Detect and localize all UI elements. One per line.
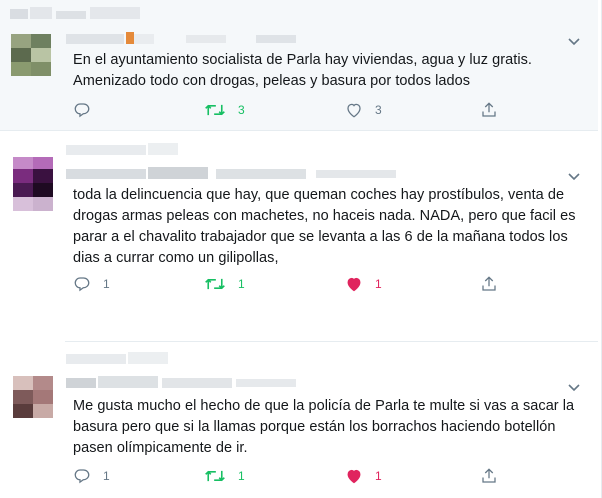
blurred-user-name bbox=[66, 352, 196, 366]
blurred-username bbox=[66, 376, 306, 390]
share-button[interactable] bbox=[480, 100, 498, 120]
like-icon bbox=[345, 467, 363, 485]
reply-count: 1 bbox=[103, 277, 110, 291]
retweet-icon bbox=[204, 101, 226, 119]
like-button[interactable]: 1 bbox=[345, 274, 382, 294]
share-button[interactable] bbox=[480, 466, 498, 486]
like-icon bbox=[345, 101, 363, 119]
reply-icon bbox=[73, 101, 91, 119]
retweet-icon bbox=[204, 275, 226, 293]
retweet-button[interactable]: 3 bbox=[204, 100, 245, 120]
retweet-icon bbox=[204, 467, 226, 485]
like-count: 1 bbox=[375, 277, 382, 291]
tweet-1[interactable]: En el ayuntamiento socialista de Parla h… bbox=[0, 0, 598, 130]
avatar[interactable] bbox=[13, 376, 53, 418]
chevron-down-icon[interactable] bbox=[567, 34, 581, 46]
like-count: 3 bbox=[375, 103, 382, 117]
blurred-username bbox=[66, 167, 446, 181]
chevron-down-icon[interactable] bbox=[567, 380, 581, 392]
retweet-count: 1 bbox=[238, 277, 245, 291]
reply-icon bbox=[73, 467, 91, 485]
blurred-user-name bbox=[0, 5, 150, 21]
tweet-text: Me gusta mucho el hecho de que la policí… bbox=[73, 398, 575, 456]
blurred-username bbox=[66, 32, 316, 46]
like-button[interactable]: 3 bbox=[345, 100, 382, 120]
tweet-actions: 1 1 1 bbox=[73, 466, 513, 486]
tweet-actions: 1 1 1 bbox=[73, 274, 513, 294]
chevron-down-icon[interactable] bbox=[567, 169, 581, 181]
reply-icon bbox=[73, 275, 91, 293]
reply-count: 1 bbox=[103, 469, 110, 483]
tweet-2[interactable]: toda la delincuencia que hay, que queman… bbox=[0, 131, 598, 311]
retweet-count: 1 bbox=[238, 469, 245, 483]
avatar[interactable] bbox=[13, 157, 53, 211]
reply-button[interactable]: 1 bbox=[73, 466, 110, 486]
tweet-text: En el ayuntamiento socialista de Parla h… bbox=[73, 52, 532, 89]
like-icon bbox=[345, 275, 363, 293]
retweet-count: 3 bbox=[238, 103, 245, 117]
blurred-user-name bbox=[66, 143, 206, 157]
tweet-actions: 3 3 bbox=[73, 100, 513, 120]
reply-button[interactable]: 1 bbox=[73, 274, 110, 294]
retweet-button[interactable]: 1 bbox=[204, 274, 245, 294]
tweet-text: toda la delincuencia que hay, que queman… bbox=[73, 187, 576, 266]
reply-button[interactable] bbox=[73, 100, 103, 120]
share-icon bbox=[480, 101, 498, 119]
share-button[interactable] bbox=[480, 274, 498, 294]
retweet-button[interactable]: 1 bbox=[204, 466, 245, 486]
share-icon bbox=[480, 467, 498, 485]
avatar[interactable] bbox=[11, 34, 51, 76]
like-button[interactable]: 1 bbox=[345, 466, 382, 486]
tweet-3[interactable]: Me gusta mucho el hecho de que la policí… bbox=[0, 342, 598, 498]
like-count: 1 bbox=[375, 469, 382, 483]
share-icon bbox=[480, 275, 498, 293]
